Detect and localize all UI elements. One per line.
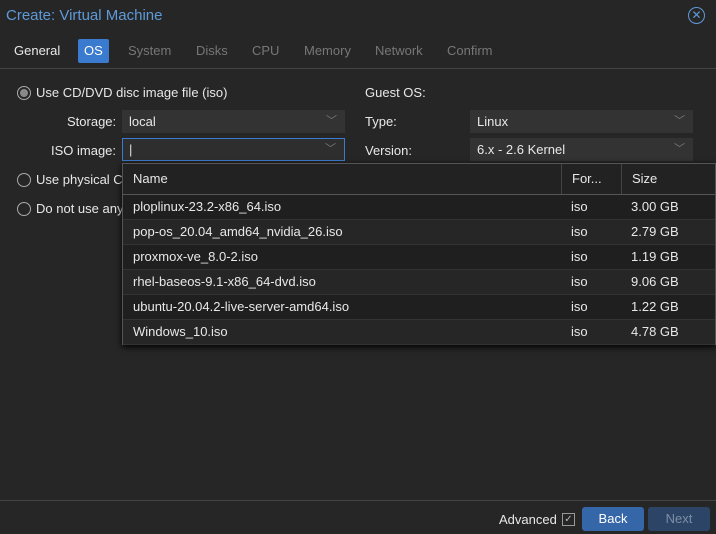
- back-button[interactable]: Back: [582, 507, 644, 531]
- chevron-down-icon: ﹀: [674, 115, 685, 127]
- iso-format: iso: [571, 274, 588, 289]
- iso-name: proxmox-ve_8.0-2.iso: [133, 249, 258, 264]
- iso-format: iso: [571, 249, 588, 264]
- iso-size: 2.79 GB: [631, 224, 679, 239]
- close-icon[interactable]: ✕: [688, 7, 705, 24]
- version-select[interactable]: 6.x - 2.6 Kernel ﹀: [470, 138, 693, 161]
- iso-list-row[interactable]: pop-os_20.04_amd64_nvidia_26.iso iso 2.79 …: [123, 220, 715, 245]
- radio-physical[interactable]: [17, 173, 31, 187]
- iso-size: 1.22 GB: [631, 299, 679, 314]
- iso-list-row[interactable]: ploplinux-23.2-x86_64.iso iso 3.00 GB: [123, 195, 715, 220]
- type-label: Type:: [365, 114, 397, 129]
- radio-none-label: Do not use any: [36, 201, 124, 216]
- iso-label: ISO image:: [51, 143, 117, 158]
- footer-divider: [0, 500, 716, 501]
- iso-list-row[interactable]: rhel-baseos-9.1-x86_64-dvd.iso iso 9.06 GB: [123, 270, 715, 295]
- tab-network[interactable]: Network: [369, 39, 429, 63]
- tab-os[interactable]: OS: [78, 39, 109, 63]
- iso-size: 4.78 GB: [631, 324, 679, 339]
- storage-label: Storage:: [67, 114, 117, 129]
- tab-confirm[interactable]: Confirm: [441, 39, 499, 63]
- radio-physical-label: Use physical C: [36, 172, 123, 187]
- tab-memory[interactable]: Memory: [298, 39, 357, 63]
- iso-list-row[interactable]: Windows_10.iso iso 4.78 GB: [123, 320, 715, 345]
- iso-name: pop-os_20.04_amd64_nvidia_26.iso: [133, 224, 343, 239]
- version-value: 6.x - 2.6 Kernel: [477, 142, 566, 157]
- iso-name: ubuntu-20.04.2-live-server-amd64.iso: [133, 299, 350, 314]
- iso-size: 1.19 GB: [631, 249, 679, 264]
- radio-iso[interactable]: [17, 86, 31, 100]
- type-select[interactable]: Linux ﹀: [470, 110, 693, 133]
- advanced-checkbox[interactable]: ✓: [562, 513, 575, 526]
- tab-cpu[interactable]: CPU: [246, 39, 285, 63]
- column-size[interactable]: Size: [621, 164, 657, 194]
- tab-system[interactable]: System: [122, 39, 177, 63]
- iso-name: ploplinux-23.2-x86_64.iso: [133, 199, 282, 214]
- iso-name: Windows_10.iso: [133, 324, 228, 339]
- iso-size: 3.00 GB: [631, 199, 679, 214]
- dialog-title: Create: Virtual Machine: [6, 7, 163, 24]
- advanced-label: Advanced: [499, 512, 557, 527]
- tab-general[interactable]: General: [8, 39, 66, 63]
- storage-value: local: [129, 114, 156, 129]
- iso-format: iso: [571, 199, 588, 214]
- iso-image-input[interactable]: | ﹀: [122, 138, 345, 161]
- iso-size: 9.06 GB: [631, 274, 679, 289]
- chevron-down-icon: ﹀: [674, 143, 685, 155]
- chevron-down-icon: ﹀: [325, 143, 336, 155]
- radio-iso-label: Use CD/DVD disc image file (iso): [36, 85, 228, 100]
- wizard-tabs: General OS System Disks CPU Memory Netwo…: [0, 39, 716, 69]
- column-format[interactable]: For...: [561, 164, 602, 194]
- storage-select[interactable]: local ﹀: [122, 110, 345, 133]
- iso-dropdown-list: Name For... Size ploplinux-23.2-x86_64.i…: [122, 163, 716, 345]
- column-name[interactable]: Name: [123, 164, 168, 194]
- iso-format: iso: [571, 299, 588, 314]
- iso-format: iso: [571, 224, 588, 239]
- iso-format: iso: [571, 324, 588, 339]
- version-label: Version:: [365, 143, 412, 158]
- guest-os-heading: Guest OS:: [365, 85, 426, 100]
- iso-list-row[interactable]: ubuntu-20.04.2-live-server-amd64.iso iso 1…: [123, 295, 715, 320]
- next-button[interactable]: Next: [648, 507, 710, 531]
- type-value: Linux: [477, 114, 509, 129]
- tab-disks[interactable]: Disks: [190, 39, 234, 63]
- radio-none[interactable]: [17, 202, 31, 216]
- iso-name: rhel-baseos-9.1-x86_64-dvd.iso: [133, 274, 316, 289]
- chevron-down-icon: ﹀: [326, 115, 337, 127]
- iso-list-row[interactable]: proxmox-ve_8.0-2.iso iso 1.19 GB: [123, 245, 715, 270]
- list-header: Name For... Size: [123, 164, 715, 195]
